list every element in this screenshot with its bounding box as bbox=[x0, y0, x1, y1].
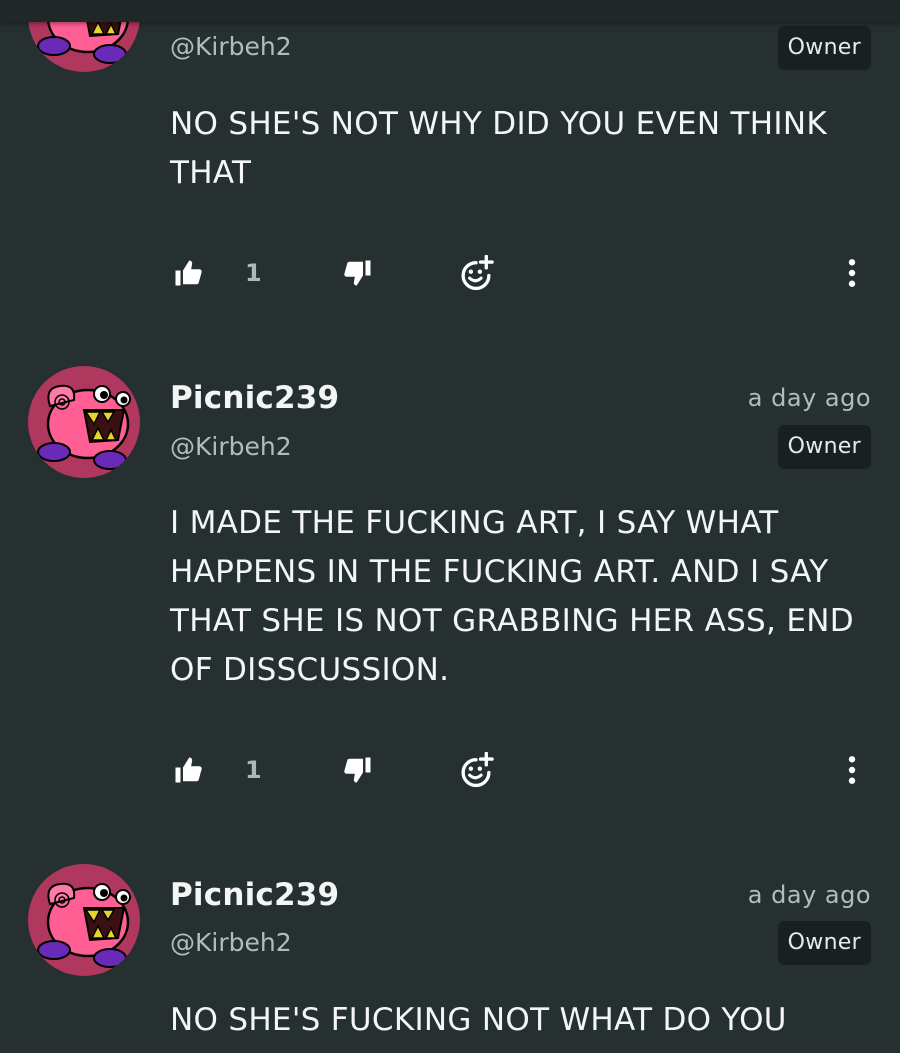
more-options-button[interactable] bbox=[840, 750, 864, 790]
add-reaction-button[interactable] bbox=[456, 750, 496, 790]
thumbs-up-icon bbox=[173, 258, 203, 288]
more-options-button[interactable] bbox=[840, 253, 864, 293]
timestamp: a day ago bbox=[747, 881, 871, 909]
comment-actions: 1 bbox=[0, 750, 900, 790]
more-vertical-icon bbox=[847, 258, 857, 288]
owner-badge: Owner bbox=[777, 26, 871, 70]
like-count: 1 bbox=[245, 756, 262, 784]
user-handle[interactable]: @Kirbeh2 bbox=[170, 928, 292, 957]
timestamp: a day ago bbox=[747, 384, 871, 412]
like-count: 1 bbox=[245, 259, 262, 287]
username[interactable]: Picnic239 bbox=[170, 380, 339, 416]
comment-text: NO SHE'S NOT WHY DID YOU EVEN THINK THAT bbox=[170, 106, 827, 191]
thumbs-down-icon bbox=[343, 258, 373, 288]
owner-badge: Owner bbox=[777, 425, 871, 469]
thumbs-up-icon bbox=[173, 755, 203, 785]
thumbs-down-icon bbox=[343, 755, 373, 785]
comment-text: NO SHE'S FUCKING NOT WHAT DO YOU bbox=[170, 1002, 787, 1038]
add-reaction-icon bbox=[458, 752, 494, 788]
dislike-button[interactable] bbox=[340, 253, 376, 293]
comment-text: I MADE THE FUCKING ART, I SAY WHAT HAPPE… bbox=[170, 505, 854, 688]
comment-actions: 1 bbox=[0, 253, 900, 293]
like-button[interactable] bbox=[170, 253, 206, 293]
dislike-button[interactable] bbox=[340, 750, 376, 790]
like-button[interactable] bbox=[170, 750, 206, 790]
top-app-bar bbox=[0, 0, 900, 22]
avatar[interactable] bbox=[28, 864, 140, 976]
user-handle[interactable]: @Kirbeh2 bbox=[170, 32, 292, 61]
avatar[interactable] bbox=[28, 366, 140, 478]
add-reaction-icon bbox=[458, 255, 494, 291]
more-vertical-icon bbox=[847, 755, 857, 785]
add-reaction-button[interactable] bbox=[456, 253, 496, 293]
owner-badge: Owner bbox=[777, 921, 871, 965]
username[interactable]: Picnic239 bbox=[170, 877, 339, 913]
user-handle[interactable]: @Kirbeh2 bbox=[170, 432, 292, 461]
